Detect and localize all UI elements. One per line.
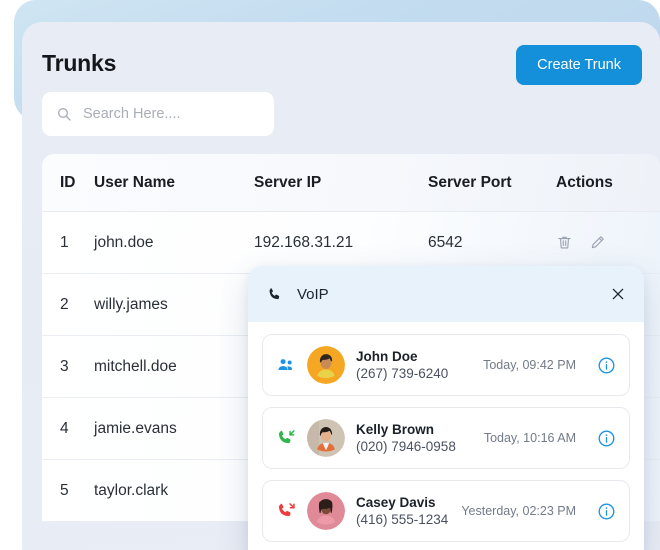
info-icon[interactable] <box>597 356 616 375</box>
column-header-id: ID <box>60 173 76 191</box>
call-details: Casey Davis (416) 555-1234 <box>356 495 450 527</box>
cell-id: 4 <box>60 419 69 437</box>
call-timestamp: Yesterday, 02:23 PM <box>461 504 576 518</box>
contact-number: (267) 739-6240 <box>356 366 449 381</box>
list-item[interactable]: John Doe (267) 739-6240 Today, 09:42 PM <box>262 334 630 396</box>
table-row[interactable]: 1 john.doe 192.168.31.21 6542 <box>42 212 660 274</box>
cell-user-name: mitchell.doe <box>94 357 177 375</box>
cell-user-name: willy.james <box>94 295 168 313</box>
call-timestamp: Today, 09:42 PM <box>483 358 576 372</box>
cell-user-name: jamie.evans <box>94 419 177 437</box>
group-call-icon <box>276 355 296 375</box>
cell-user-name: john.doe <box>94 233 154 251</box>
create-trunk-button[interactable]: Create Trunk <box>516 45 642 85</box>
column-header-server-port: Server Port <box>428 173 512 191</box>
contact-name: Casey Davis <box>356 495 436 510</box>
avatar <box>307 492 345 530</box>
column-header-server-ip: Server IP <box>254 173 322 191</box>
phone-icon <box>266 286 283 303</box>
trash-icon[interactable] <box>556 234 573 251</box>
contact-number: (020) 7946-0958 <box>356 439 456 454</box>
cell-server-port: 6542 <box>428 233 463 251</box>
call-details: John Doe (267) 739-6240 <box>356 349 472 381</box>
table-header-row: ID User Name Server IP Server Port Actio… <box>42 154 660 212</box>
app-root: Trunks Create Trunk ID User Name Server … <box>0 0 660 550</box>
voip-popup: VoIP John Doe (267) 739-6240 Today, 09:4… <box>248 266 644 550</box>
cell-id: 5 <box>60 481 69 499</box>
search-box[interactable] <box>42 92 274 136</box>
panel-header: Trunks Create Trunk <box>22 22 660 142</box>
cell-id: 1 <box>60 233 69 251</box>
voip-popup-title: VoIP <box>297 285 329 303</box>
contact-name: John Doe <box>356 349 418 364</box>
info-icon[interactable] <box>597 502 616 521</box>
cell-id: 3 <box>60 357 69 375</box>
info-icon[interactable] <box>597 429 616 448</box>
avatar <box>307 419 345 457</box>
cell-user-name: taylor.clark <box>94 481 169 499</box>
search-input[interactable] <box>83 106 260 122</box>
close-icon[interactable] <box>610 286 626 302</box>
incoming-call-icon <box>276 428 296 448</box>
search-icon <box>56 106 72 122</box>
cell-id: 2 <box>60 295 69 313</box>
contact-number: (416) 555-1234 <box>356 512 449 527</box>
cell-server-ip: 192.168.31.21 <box>254 233 354 251</box>
pencil-icon[interactable] <box>589 234 606 251</box>
contact-name: Kelly Brown <box>356 422 435 437</box>
call-timestamp: Today, 10:16 AM <box>483 431 576 445</box>
list-item[interactable]: Kelly Brown (020) 7946-0958 Today, 10:16… <box>262 407 630 469</box>
voip-call-list: John Doe (267) 739-6240 Today, 09:42 PM <box>248 322 644 542</box>
cell-actions <box>556 234 660 251</box>
missed-call-icon <box>276 501 296 521</box>
page-title: Trunks <box>42 50 117 76</box>
column-header-actions: Actions <box>556 173 613 191</box>
list-item[interactable]: Casey Davis (416) 555-1234 Yesterday, 02… <box>262 480 630 542</box>
column-header-user-name: User Name <box>94 173 175 191</box>
call-details: Kelly Brown (020) 7946-0958 <box>356 422 473 454</box>
avatar <box>307 346 345 384</box>
voip-popup-header: VoIP <box>248 266 644 322</box>
